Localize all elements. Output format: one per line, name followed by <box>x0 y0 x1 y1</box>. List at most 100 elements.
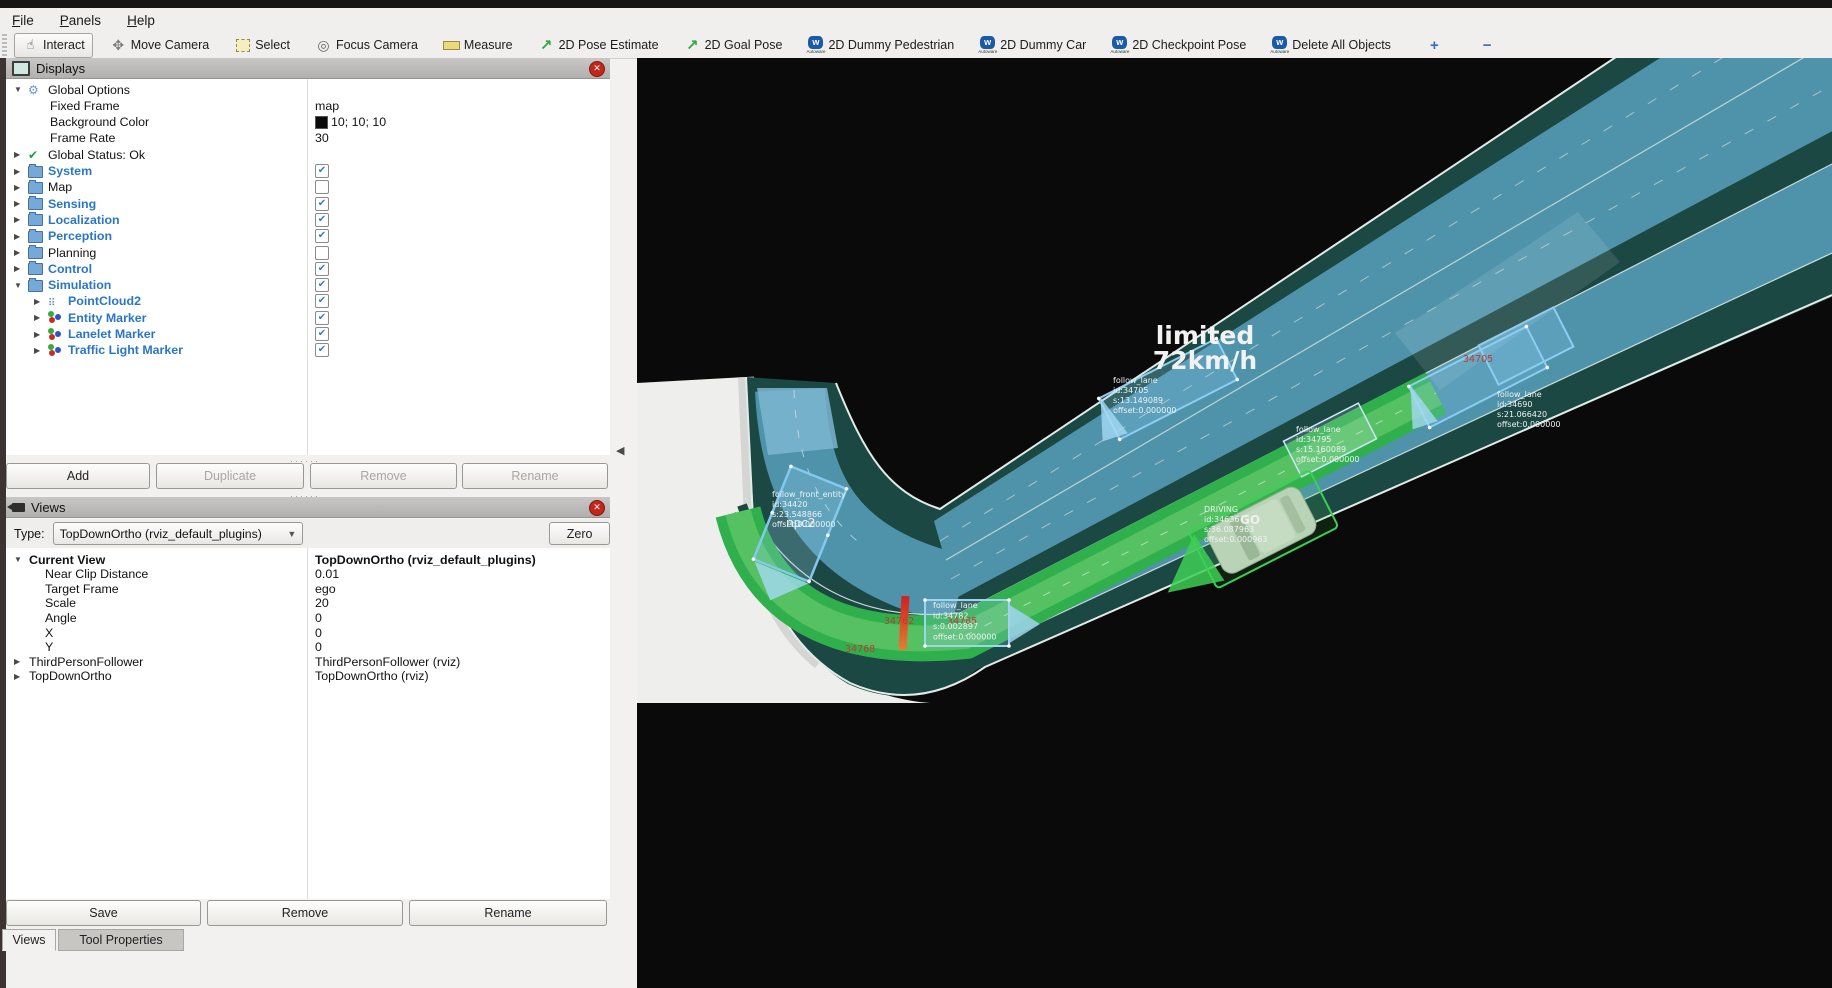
tool-interact[interactable]: ☝Interact <box>14 33 93 58</box>
tool-measure[interactable]: Measure <box>435 33 521 58</box>
rename-button[interactable]: Rename <box>409 900 607 926</box>
tool-focus-camera[interactable]: ◎Focus Camera <box>307 33 426 58</box>
displays-row-traffic-light-marker[interactable]: ▶Traffic Light Marker✔ <box>6 343 610 359</box>
tool-2d-dummy-pedestrian[interactable]: wAutoware2D Dummy Pedestrian <box>799 33 962 58</box>
row-value: 20 <box>315 596 329 610</box>
tab-tool-properties[interactable]: Tool Properties <box>58 929 184 951</box>
add-button[interactable]: Add <box>6 463 150 489</box>
menu-help[interactable]: Help <box>127 13 155 28</box>
expand-arrow-icon[interactable]: ▶ <box>34 346 40 355</box>
visibility-checkbox[interactable]: ✔ <box>315 311 329 325</box>
expand-arrow-icon[interactable]: ▼ <box>14 85 22 94</box>
expand-arrow-icon[interactable]: ▶ <box>14 215 20 224</box>
tool-move-camera[interactable]: ✥Move Camera <box>102 33 218 58</box>
row-label: Fixed Frame <box>50 99 120 113</box>
expand-arrow-icon[interactable]: ▶ <box>34 330 40 339</box>
expand-arrow-icon[interactable]: ▶ <box>14 232 20 241</box>
tool-label: 2D Checkpoint Pose <box>1132 38 1246 52</box>
displays-row-pointcloud2[interactable]: ▶⠿PointCloud2✔ <box>6 294 610 310</box>
displays-row-sensing[interactable]: ▶Sensing✔ <box>6 196 610 212</box>
add-tool-button[interactable]: + <box>1422 37 1447 54</box>
displays-row-fixed-frame[interactable]: Fixed Frame map <box>6 98 610 114</box>
expand-arrow-icon[interactable]: ▶ <box>14 150 20 159</box>
views-close-button[interactable]: ✕ <box>589 500 605 516</box>
displays-row-frame-rate[interactable]: Frame Rate30 <box>6 131 610 147</box>
visibility-checkbox[interactable] <box>315 246 329 260</box>
displays-row-system[interactable]: ▶ System ✔ <box>6 164 610 180</box>
toolbar-grip[interactable] <box>2 34 7 56</box>
folder-icon <box>28 214 43 226</box>
expand-arrow-icon[interactable]: ▶ <box>14 248 20 257</box>
expand-arrow-icon[interactable]: ▶ <box>14 672 20 681</box>
view-type-select[interactable]: TopDownOrtho (rviz_default_plugins) ▼ <box>53 522 304 545</box>
tool-2d-goal-pose[interactable]: ↗2D Goal Pose <box>676 33 791 58</box>
displays-row-entity-marker[interactable]: ▶Entity Marker✔ <box>6 310 610 326</box>
visibility-checkbox[interactable]: ✔ <box>315 164 329 178</box>
folder-icon <box>28 231 43 243</box>
displays-panel-header: Displays ✕ <box>6 58 610 79</box>
expand-arrow-icon[interactable]: ▶ <box>34 313 40 322</box>
row-label: Frame Rate <box>50 131 115 145</box>
tool-select[interactable]: Select <box>226 33 298 58</box>
zero-button[interactable]: Zero <box>549 522 610 545</box>
visibility-checkbox[interactable]: ✔ <box>315 278 329 292</box>
visibility-checkbox[interactable] <box>315 180 329 194</box>
tool-2d-checkpoint-pose[interactable]: wAutoware2D Checkpoint Pose <box>1103 33 1254 58</box>
lanelet-scene: limited 72km/h 34762 34768 34785 34705 f… <box>637 58 1832 988</box>
tool-label: Move Camera <box>131 38 210 52</box>
displays-row-global-options[interactable]: ▼⚙Global Options <box>6 82 610 98</box>
row-label: Y <box>45 640 53 654</box>
visibility-checkbox[interactable]: ✔ <box>315 229 329 243</box>
expand-arrow-icon[interactable]: ▶ <box>14 657 20 666</box>
row-label: X <box>45 626 53 640</box>
expand-arrow-icon[interactable]: ▼ <box>14 555 22 564</box>
remove-tool-button[interactable]: − <box>1475 37 1500 54</box>
visibility-checkbox[interactable]: ✔ <box>315 213 329 227</box>
splitter-collapse-icon[interactable]: ◀ <box>616 444 624 457</box>
tool-2d-dummy-car[interactable]: wAutoware2D Dummy Car <box>971 33 1094 58</box>
visibility-checkbox[interactable]: ✔ <box>315 343 329 357</box>
row-value: map <box>315 99 339 113</box>
visibility-checkbox[interactable]: ✔ <box>315 262 329 276</box>
duplicate-button: Duplicate <box>156 463 304 489</box>
displays-row-perception[interactable]: ▶Perception✔ <box>6 229 610 245</box>
menu-panels[interactable]: Panels <box>60 13 101 28</box>
displays-row-lanelet-marker[interactable]: ▶Lanelet Marker✔ <box>6 327 610 343</box>
row-label: Localization <box>48 213 120 227</box>
row-label: System <box>48 164 92 178</box>
tool-label: 2D Pose Estimate <box>559 38 659 52</box>
displays-row-background-color[interactable]: Background Color10; 10; 10 <box>6 115 610 131</box>
row-label: Planning <box>48 246 96 260</box>
views-panel-header: Views ✕ <box>6 497 610 518</box>
displays-row-global-status-ok[interactable]: ▶✔Global Status: Ok <box>6 147 610 163</box>
displays-row-simulation[interactable]: ▼Simulation✔ <box>6 278 610 294</box>
expand-arrow-icon[interactable]: ▶ <box>14 183 20 192</box>
displays-close-button[interactable]: ✕ <box>589 61 605 77</box>
visibility-checkbox[interactable]: ✔ <box>315 294 329 308</box>
expand-arrow-icon[interactable]: ▶ <box>14 199 20 208</box>
remove-button[interactable]: Remove <box>207 900 403 926</box>
menu-file[interactable]: File <box>12 13 34 28</box>
expand-arrow-icon[interactable]: ▼ <box>14 281 22 290</box>
autoware-logo-icon: wAutoware <box>978 36 997 55</box>
tool-2d-pose-estimate[interactable]: ↗2D Pose Estimate <box>530 33 667 58</box>
render-viewport[interactable]: limited 72km/h 34762 34768 34785 34705 f… <box>637 58 1832 988</box>
expand-arrow-icon[interactable]: ▶ <box>14 264 20 273</box>
visibility-checkbox[interactable]: ✔ <box>315 327 329 341</box>
tab-views[interactable]: Views <box>2 929 56 951</box>
displays-row-planning[interactable]: ▶ Planning <box>6 245 610 261</box>
row-value: 0.01 <box>315 567 339 581</box>
save-button[interactable]: Save <box>6 900 201 926</box>
views-row-topdownortho[interactable]: ▶TopDownOrthoTopDownOrtho (rviz) <box>6 669 610 685</box>
displays-row-map[interactable]: ▶Map <box>6 180 610 196</box>
expand-arrow-icon[interactable]: ▶ <box>34 297 40 306</box>
row-label: PointCloud2 <box>68 294 141 308</box>
displays-row-control[interactable]: ▶Control✔ <box>6 261 610 277</box>
tool-label: 2D Goal Pose <box>705 38 783 52</box>
visibility-checkbox[interactable]: ✔ <box>315 197 329 211</box>
lanelet-id-label: 34762 <box>884 616 914 627</box>
displays-row-localization[interactable]: ▶ Localization ✔ <box>6 212 610 228</box>
remove-button: Remove <box>310 463 457 489</box>
expand-arrow-icon[interactable]: ▶ <box>14 167 20 176</box>
tool-delete-all-objects[interactable]: wAutowareDelete All Objects <box>1263 33 1399 58</box>
